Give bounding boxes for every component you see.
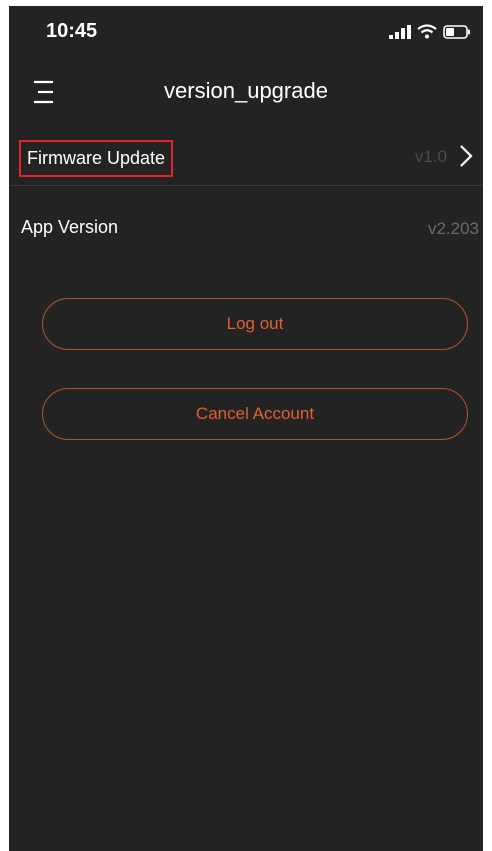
logout-button[interactable]: Log out: [42, 298, 468, 350]
page-title: version_upgrade: [164, 78, 328, 103]
firmware-update-label: Firmware Update: [19, 140, 174, 177]
status-bar: 10:45: [9, 6, 483, 56]
wifi-icon: [417, 24, 437, 39]
nav-bar: version_upgrade: [9, 66, 483, 122]
chevron-right-icon: [460, 145, 473, 167]
cancel-account-button[interactable]: Cancel Account: [42, 388, 468, 440]
firmware-update-row[interactable]: Firmware Update v1.0: [9, 131, 483, 186]
signal-icon: [389, 24, 411, 39]
firmware-version-value: v1.0: [414, 147, 447, 166]
app-version-row: App Version v2.203: [9, 203, 483, 257]
app-version-label: App Version: [21, 217, 119, 237]
app-screen: 10:45 version_upgrade Firmware Update v1…: [9, 6, 483, 851]
app-version-value: v2.203: [427, 219, 479, 238]
status-icons: [389, 24, 471, 39]
status-time: 10:45: [46, 20, 98, 42]
battery-icon: [443, 24, 470, 39]
